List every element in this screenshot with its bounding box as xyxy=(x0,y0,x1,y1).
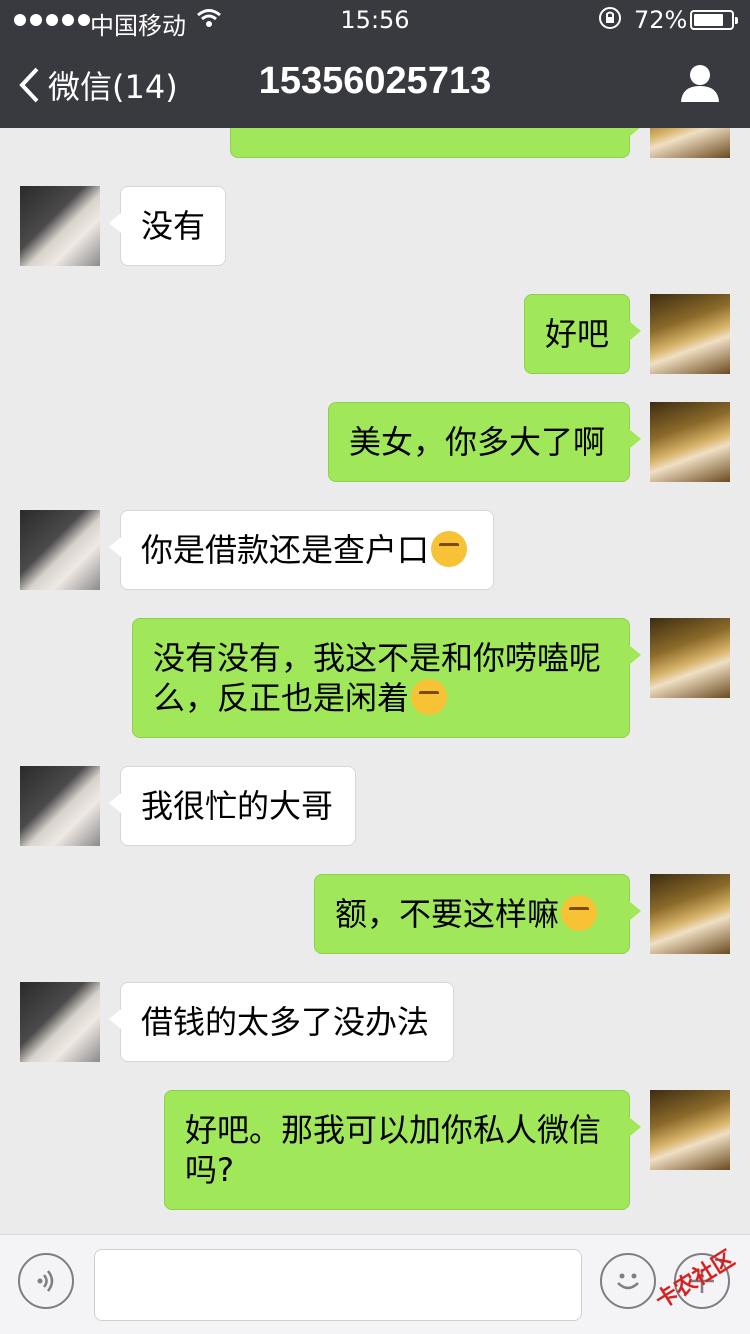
avatar-mine[interactable] xyxy=(650,294,730,374)
chat-area[interactable]: 没有 好吧 美女，你多大了啊 你是借款还是查户口 没有没有，我这不是和你唠嗑呢么… xyxy=(0,0,750,1234)
top-bar: 中国移动 15:56 72% 微信(14) 15356025713 xyxy=(0,0,750,128)
voice-button[interactable] xyxy=(18,1253,74,1309)
person-icon[interactable] xyxy=(680,64,720,106)
nav-bar: 微信(14) 15356025713 xyxy=(0,40,750,128)
message-input[interactable] xyxy=(94,1249,582,1321)
message-bubble-mine[interactable]: 没有没有，我这不是和你唠嗑呢么，反正也是闲着 xyxy=(132,618,641,738)
message-bubble-theirs[interactable]: 借钱的太多了没办法 xyxy=(109,982,454,1062)
avatar-contact[interactable] xyxy=(20,982,100,1062)
avatar-mine[interactable] xyxy=(650,1090,730,1170)
message-bubble-theirs[interactable]: 你是借款还是查户口 xyxy=(109,510,494,590)
voice-icon xyxy=(37,1270,54,1292)
message-bubble-mine[interactable]: 额，不要这样嘛 xyxy=(314,874,641,954)
smiley-icon xyxy=(617,1273,639,1290)
unamused-emoji-icon xyxy=(561,895,598,931)
avatar-mine[interactable] xyxy=(650,618,730,698)
battery-percent: 72% xyxy=(634,6,688,34)
message-bubble-theirs[interactable]: 我很忙的大哥 xyxy=(109,766,356,846)
message-bubble-mine[interactable]: 好吧。那我可以加你私人微信吗? xyxy=(164,1090,641,1210)
rotation-lock-icon xyxy=(598,6,622,36)
chat-title: 15356025713 xyxy=(258,60,492,102)
message-bubble-theirs[interactable]: 没有 xyxy=(109,186,226,266)
message-bubble-mine[interactable]: 好吧 xyxy=(524,294,641,374)
avatar-mine[interactable] xyxy=(650,402,730,482)
input-bar xyxy=(0,1234,750,1334)
battery-icon xyxy=(690,10,738,30)
message-bubble-mine[interactable]: 美女，你多大了啊 xyxy=(328,402,641,482)
avatar-contact[interactable] xyxy=(20,766,100,846)
avatar-contact[interactable] xyxy=(20,186,100,266)
blushing-smile-emoji-icon xyxy=(411,679,448,715)
avatar-mine[interactable] xyxy=(650,874,730,954)
status-bar: 中国移动 15:56 72% xyxy=(0,0,750,40)
avatar-contact[interactable] xyxy=(20,510,100,590)
laughing-crying-emoji-icon xyxy=(431,531,468,567)
emoji-button[interactable] xyxy=(600,1253,656,1309)
